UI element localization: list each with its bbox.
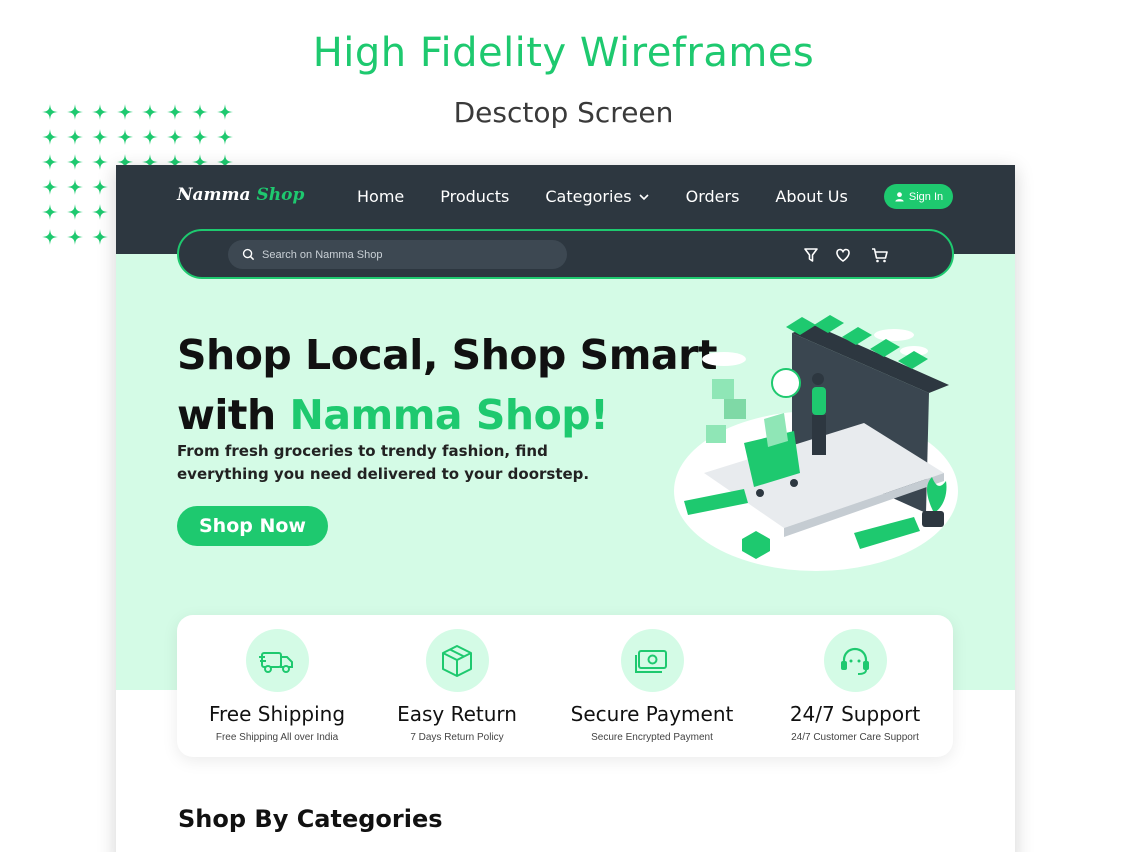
star-icon xyxy=(192,104,208,120)
nav-link-orders[interactable]: Orders xyxy=(686,187,740,206)
hero-heading-line1: Shop Local, Shop Smart xyxy=(177,331,717,379)
star-icon xyxy=(67,154,83,170)
star-icon xyxy=(42,104,58,120)
search-bar: Search on Namma Shop xyxy=(177,229,954,279)
hero-heading-accent: Namma Shop! xyxy=(289,391,609,439)
hero-heading-line2: with Namma Shop! xyxy=(177,385,717,445)
sign-in-label: Sign In xyxy=(908,190,944,203)
star-icon xyxy=(117,104,133,120)
star-icon xyxy=(92,104,108,120)
feature-icon-circle xyxy=(245,629,309,692)
star-icon xyxy=(167,104,183,120)
star-icon xyxy=(42,179,58,195)
star-icon xyxy=(217,104,233,120)
star-icon xyxy=(92,204,108,220)
feature-icon-circle xyxy=(823,629,887,692)
star-icon xyxy=(67,229,83,245)
feature-subtitle: 24/7 Customer Care Support xyxy=(791,732,919,743)
nav-link-home[interactable]: Home xyxy=(357,187,404,206)
star-icon xyxy=(142,104,158,120)
star-icon xyxy=(67,204,83,220)
sign-in-button[interactable]: Sign In xyxy=(884,184,953,209)
shopping-illustration xyxy=(674,315,958,571)
cart-icon[interactable] xyxy=(870,245,890,265)
feature-subtitle: Free Shipping All over India xyxy=(215,732,339,743)
star-icon xyxy=(192,129,208,145)
nav-link-products-label: Products xyxy=(440,187,510,206)
nav-link-about-label: About Us xyxy=(775,187,848,206)
nav-link-categories-label: Categories xyxy=(545,187,632,206)
feature-free-shipping: Free Shipping Free Shipping All over Ind… xyxy=(187,629,367,743)
categories-heading: Shop By Categories xyxy=(178,805,443,833)
nav-link-home-label: Home xyxy=(357,187,405,206)
star-icon xyxy=(67,104,83,120)
star-icon xyxy=(42,129,58,145)
feature-icon-circle xyxy=(425,629,489,692)
star-icon xyxy=(42,154,58,170)
nav-link-about[interactable]: About Us xyxy=(775,187,847,206)
logo[interactable]: Namma Shop xyxy=(177,185,304,205)
hero-description: From fresh groceries to trendy fashion, … xyxy=(177,442,590,483)
feature-title: 24/7 Support xyxy=(789,702,921,726)
search-input[interactable]: Search on Namma Shop xyxy=(228,240,567,269)
search-icon xyxy=(242,248,255,261)
feature-title: Secure Payment xyxy=(570,702,734,726)
nav-link-categories[interactable]: Categories xyxy=(545,187,649,206)
feature-secure-payment: Secure Payment Secure Encrypted Payment xyxy=(562,629,742,743)
truck-icon xyxy=(259,651,293,673)
feature-easy-return: Easy Return 7 Days Return Policy xyxy=(367,629,547,743)
page-title: High Fidelity Wireframes xyxy=(312,30,815,76)
feature-support: 24/7 Support 24/7 Customer Care Support xyxy=(765,629,945,743)
star-icon xyxy=(217,129,233,145)
nav-link-products[interactable]: Products xyxy=(440,187,509,206)
features-card: Free Shipping Free Shipping All over Ind… xyxy=(177,615,953,757)
filter-icon[interactable] xyxy=(801,245,821,265)
hero-heading: Shop Local, Shop Smart with Namma Shop! xyxy=(177,325,717,445)
desktop-frame: Namma Shop Home Products Categories Orde… xyxy=(116,165,1015,852)
box-icon xyxy=(442,644,472,677)
feature-title: Free Shipping xyxy=(208,702,346,726)
nav-link-orders-label: Orders xyxy=(685,187,740,206)
star-icon xyxy=(42,229,58,245)
nav-links: Home Products Categories Orders About Us xyxy=(357,187,884,206)
star-icon xyxy=(167,129,183,145)
star-icon xyxy=(92,154,108,170)
star-icon xyxy=(67,179,83,195)
feature-title: Easy Return xyxy=(397,702,517,726)
feature-subtitle: 7 Days Return Policy xyxy=(410,732,504,743)
search-placeholder: Search on Namma Shop xyxy=(262,248,383,261)
page: High Fidelity Wireframes Desctop Screen … xyxy=(0,0,1127,852)
logo-text-namma: Namma xyxy=(177,185,251,205)
star-icon xyxy=(42,204,58,220)
star-icon xyxy=(142,129,158,145)
shop-now-button[interactable]: Shop Now xyxy=(177,506,328,546)
star-icon xyxy=(92,229,108,245)
user-icon xyxy=(895,192,904,202)
star-icon xyxy=(67,129,83,145)
star-icon xyxy=(117,129,133,145)
cash-icon xyxy=(635,649,667,673)
star-icon xyxy=(92,179,108,195)
feature-subtitle: Secure Encrypted Payment xyxy=(591,732,713,743)
heart-icon[interactable] xyxy=(833,245,853,265)
star-icon xyxy=(92,129,108,145)
feature-icon-circle xyxy=(620,629,684,692)
logo-text-shop: Shop xyxy=(256,185,305,205)
hero-heading-prefix: with xyxy=(177,391,290,439)
chevron-down-icon xyxy=(639,193,649,200)
headset-icon xyxy=(841,647,869,675)
